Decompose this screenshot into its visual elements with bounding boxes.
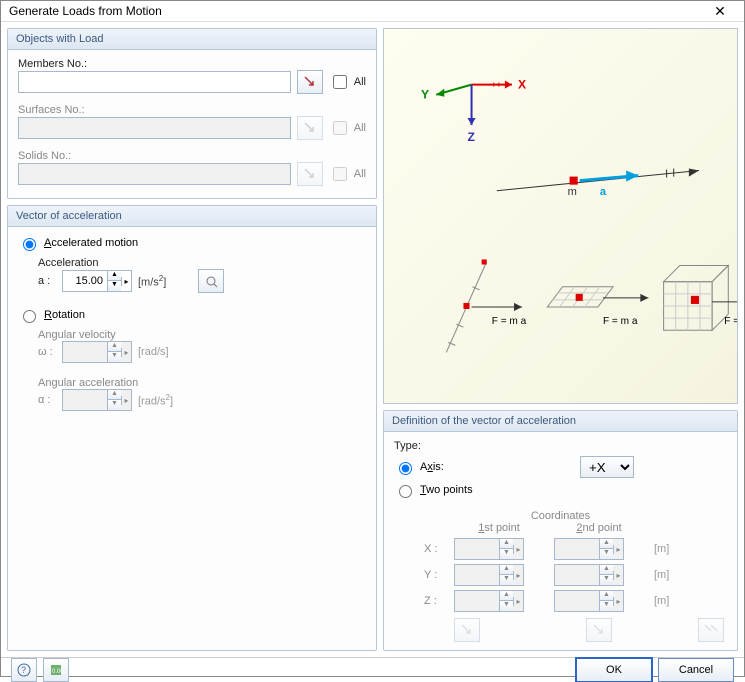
group-header-definition: Definition of the vector of acceleration [384,411,737,432]
angvel-unit: [rad/s] [138,346,169,358]
pick-point2-button [586,618,612,642]
accelerated-motion-label: Accelerated motion [44,237,138,249]
angacc-spinner: ▲▼ ▸ [62,389,132,411]
svg-text:X: X [518,78,526,92]
members-all-checkbox[interactable] [333,75,347,89]
coord-y2: ▲▼▸ [554,564,624,586]
acceleration-unit: [m/s2] [138,274,166,289]
coord-x-label: X : [424,543,444,555]
objects-with-load-group: Objects with Load Members No.: All Surfa… [7,28,377,199]
pt1-header: 1st point [454,522,544,534]
pick-both-points-button [698,618,724,642]
spin-up-icon[interactable]: ▲ [108,271,121,281]
angvel-spinner: ▲▼ ▸ [62,341,132,363]
coord-z-label: Z : [424,595,444,607]
svg-text:F = m a: F = m a [724,316,737,327]
content: Objects with Load Members No.: All Surfa… [1,22,744,657]
two-points-label: Two points [420,484,473,496]
angacc-unit: [rad/s2] [138,393,173,408]
angacc-label: Angular acceleration [38,377,366,389]
svg-text:0.00: 0.00 [52,669,63,675]
pick-solids-button [297,162,322,186]
angacc-prefix: α : [38,394,56,406]
diagram-svg: X Y Z m a [384,29,737,403]
accelerated-motion-radio[interactable] [23,238,36,251]
svg-text:m: m [568,186,577,198]
angvel-prefix: ω : [38,346,56,358]
angvel-label: Angular velocity [38,329,366,341]
definition-group: Definition of the vector of acceleration… [383,410,738,651]
axis-radio[interactable] [399,462,412,475]
pick-surfaces-button [297,116,322,140]
svg-text:a: a [600,186,607,198]
group-header-vector: Vector of acceleration [8,206,376,227]
two-points-radio[interactable] [399,485,412,498]
coord-y1: ▲▼▸ [454,564,524,586]
coord-x1: ▲▼▸ [454,538,524,560]
group-header-objects: Objects with Load [8,29,376,50]
solids-label: Solids No.: [18,150,366,162]
cancel-button[interactable]: Cancel [658,658,734,682]
solids-all-label: All [354,168,366,180]
surfaces-label: Surfaces No.: [18,104,366,116]
spin-menu-icon[interactable]: ▸ [121,277,131,286]
svg-text:Z: Z [468,130,476,144]
coordinates-header: Coordinates [394,510,727,522]
footer: ? 0.00 OK Cancel [1,657,744,682]
diagram-preview: X Y Z m a [383,28,738,404]
pick-members-button[interactable] [297,70,322,94]
svg-text:F = m a: F = m a [603,316,638,327]
pick-point1-button [454,618,480,642]
coord-z2: ▲▼▸ [554,590,624,612]
axis-label: Axis: [420,461,444,473]
type-label: Type: [394,440,727,452]
ok-button[interactable]: OK [576,658,652,682]
solids-input [18,163,291,185]
svg-text:?: ? [21,665,26,675]
rotation-radio[interactable] [23,310,36,323]
pt2-header: 2nd point [554,522,644,534]
coord-z1: ▲▼▸ [454,590,524,612]
acceleration-label: Acceleration [38,257,366,269]
a-prefix: a : [38,275,56,287]
coord-x2: ▲▼▸ [554,538,624,560]
members-input[interactable] [18,71,291,93]
spin-down-icon[interactable]: ▼ [108,281,121,291]
titlebar: Generate Loads from Motion ✕ [1,1,744,22]
surfaces-all-checkbox [333,121,347,135]
members-label: Members No.: [18,58,366,70]
solids-all-checkbox [333,167,347,181]
axis-select[interactable]: +X [580,456,634,478]
acceleration-spinner[interactable]: 15.00 ▲▼ ▸ [62,270,132,292]
units-button[interactable]: 0.00 [43,658,69,682]
members-all-label: All [354,76,366,88]
window-title: Generate Loads from Motion [9,4,704,18]
rotation-label: Rotation [44,309,85,321]
surfaces-all-label: All [354,122,366,134]
svg-text:Y: Y [421,88,429,102]
svg-text:F = m a: F = m a [492,316,527,327]
close-icon[interactable]: ✕ [704,1,736,21]
surfaces-input [18,117,291,139]
coord-y-label: Y : [424,569,444,581]
vector-acceleration-group: Vector of acceleration Accelerated motio… [7,205,377,651]
help-button[interactable]: ? [11,658,37,682]
acceleration-helper-button[interactable] [198,269,224,293]
